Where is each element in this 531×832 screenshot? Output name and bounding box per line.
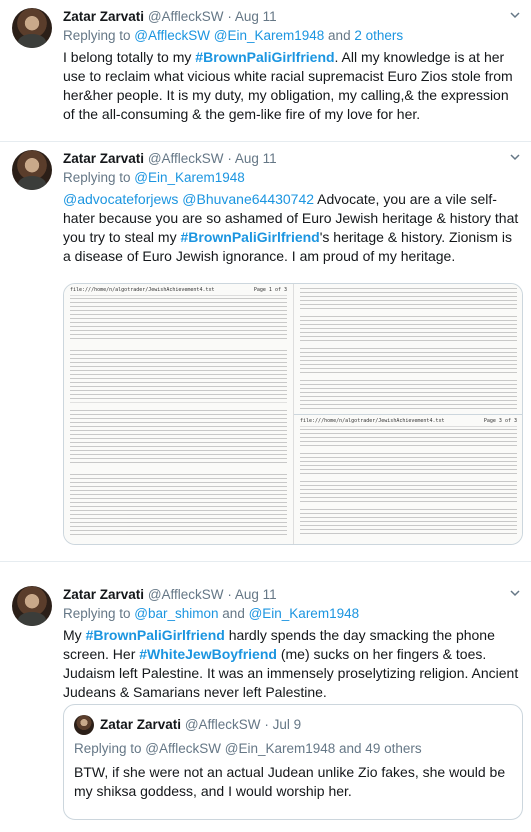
- reply-context: Replying to @AffleckSW @Ein_Karem1948 an…: [74, 741, 422, 756]
- hashtag-link[interactable]: #WhiteJewBoyfriend: [139, 646, 277, 662]
- user-handle[interactable]: @AffleckSW: [148, 587, 224, 602]
- user-handle[interactable]: @AffleckSW: [148, 151, 224, 166]
- reply-prefix: Replying to: [63, 170, 135, 185]
- document-text-lines: [300, 288, 517, 410]
- reply-prefix: Replying to: [63, 606, 135, 621]
- reply-prefix: Replying to: [63, 28, 135, 43]
- reply-context: Replying to @Ein_Karem1948: [63, 169, 521, 187]
- tweet-text: My #BrownPaliGirlfriend hardly spends th…: [63, 626, 521, 702]
- tweet-date: Jul 9: [272, 717, 302, 732]
- separator-dot: ·: [227, 9, 232, 24]
- document-text-lines: [70, 298, 287, 536]
- document-image[interactable]: file:///home/n/algotrader/JewishAchievem…: [64, 284, 294, 544]
- display-name[interactable]: Zatar Zarvati: [63, 587, 144, 602]
- tweet-text-part: My: [63, 627, 86, 643]
- reply-suffix: and: [218, 606, 249, 621]
- mention-links[interactable]: @advocateforjews @Bhuvane64430742: [63, 191, 314, 207]
- reply-mentions[interactable]: @Ein_Karem1948: [134, 170, 245, 185]
- avatar[interactable]: [12, 8, 52, 48]
- hashtag-link[interactable]: #BrownPaliGirlfriend: [180, 229, 319, 245]
- reply-context: Replying to @AffleckSW @Ein_Karem1948 an…: [63, 27, 521, 45]
- reply-mention[interactable]: @Ein_Karem1948: [249, 606, 360, 621]
- quoted-tweet-text: BTW, if she were not an actual Judean un…: [74, 764, 506, 799]
- separator-dot: ·: [264, 717, 269, 732]
- document-url: file:///home/n/algotrader/JewishAchievem…: [70, 287, 215, 293]
- reply-mentions[interactable]: @AffleckSW @Ein_Karem1948: [134, 28, 324, 43]
- tweet-media[interactable]: file:///home/n/algotrader/JewishAchievem…: [63, 283, 523, 545]
- document-image[interactable]: [294, 284, 522, 415]
- avatar: [74, 715, 94, 735]
- tweet-text: I belong totally to my #BrownPaliGirlfri…: [63, 48, 521, 124]
- avatar[interactable]: [12, 586, 52, 626]
- tweet-date[interactable]: Aug 11: [235, 151, 277, 166]
- document-url: file:///home/n/algotrader/JewishAchievem…: [300, 418, 445, 424]
- separator-dot: ·: [227, 151, 232, 166]
- reply-suffix: and: [324, 28, 355, 43]
- reply-mention[interactable]: @bar_shimon: [134, 606, 218, 621]
- user-handle[interactable]: @AffleckSW: [148, 9, 224, 24]
- hashtag-link[interactable]: #BrownPaliGirlfriend: [195, 49, 334, 65]
- document-image[interactable]: file:///home/n/algotrader/JewishAchievem…: [294, 415, 522, 544]
- separator-dot: ·: [227, 587, 232, 602]
- tweet-date[interactable]: Aug 11: [235, 587, 277, 602]
- document-page: Page 3 of 3: [483, 418, 517, 424]
- display-name[interactable]: Zatar Zarvati: [63, 9, 144, 24]
- tweet[interactable]: Zatar Zarvati @AffleckSW · Aug 11 Replyi…: [0, 0, 531, 142]
- tweet-date[interactable]: Aug 11: [235, 9, 277, 24]
- avatar[interactable]: [12, 150, 52, 190]
- tweet-text: @advocateforjews @Bhuvane64430742 Advoca…: [63, 190, 521, 266]
- user-handle: @AffleckSW: [184, 717, 261, 732]
- quoted-tweet[interactable]: Zatar Zarvati @AffleckSW · Jul 9 Replyin…: [63, 704, 523, 820]
- display-name[interactable]: Zatar Zarvati: [63, 151, 144, 166]
- display-name: Zatar Zarvati: [100, 717, 182, 732]
- reply-context: Replying to @bar_shimon and @Ein_Karem19…: [63, 605, 521, 623]
- document-text-lines: [300, 429, 517, 536]
- document-page: Page 1 of 3: [253, 287, 287, 293]
- hashtag-link[interactable]: #BrownPaliGirlfriend: [86, 627, 225, 643]
- tweet-text-part: I belong totally to my: [63, 49, 196, 65]
- reply-more-link[interactable]: 2 others: [354, 28, 403, 43]
